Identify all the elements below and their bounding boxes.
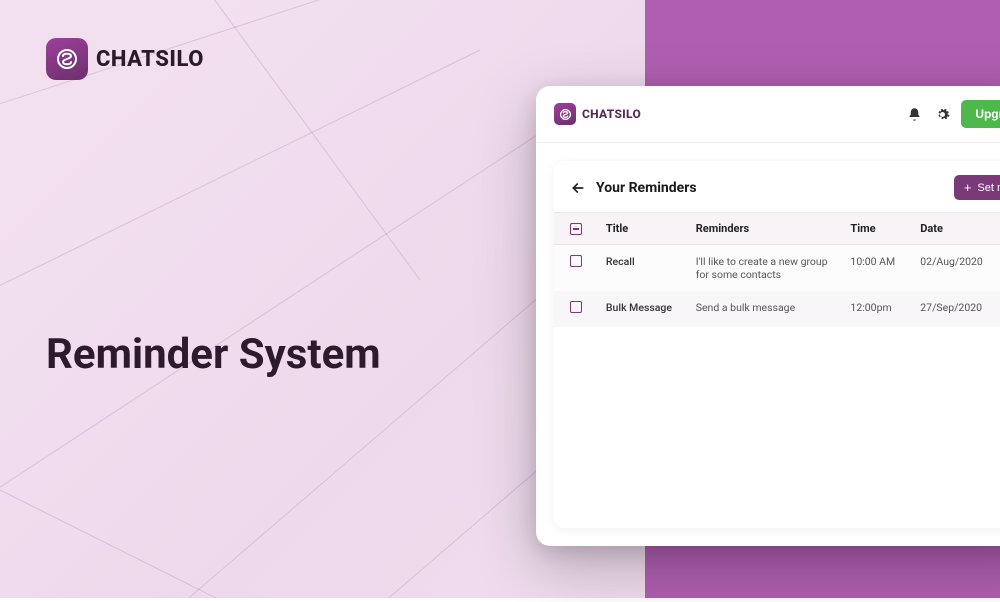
header-date: Date xyxy=(920,222,1000,235)
reminders-panel: Your Reminders + Set new re Title Remind… xyxy=(554,161,1000,528)
header-checkbox-cell xyxy=(570,222,606,235)
row-time: 12:00pm xyxy=(850,301,920,314)
header-title: Title xyxy=(606,222,696,235)
brand-text: CHATSILO xyxy=(96,47,204,72)
set-new-label: Set new re xyxy=(977,182,1000,194)
gear-icon[interactable] xyxy=(933,105,951,123)
table-header-row: Title Reminders Time Date xyxy=(554,212,1000,245)
header-time: Time xyxy=(850,222,920,235)
select-all-checkbox[interactable] xyxy=(570,223,582,235)
brand-icon xyxy=(46,38,88,80)
header-reminders: Reminders xyxy=(696,222,851,235)
bell-icon[interactable] xyxy=(905,105,923,123)
reminders-table: Title Reminders Time Date RecallI'll lik… xyxy=(554,212,1000,327)
app-brand[interactable]: CHATSILO xyxy=(554,103,641,125)
app-window: CHATSILO Upgrade Your Reminders xyxy=(536,86,1000,546)
row-title: Recall xyxy=(606,255,696,268)
upgrade-button[interactable]: Upgrade xyxy=(961,100,1000,128)
row-checkbox[interactable] xyxy=(570,301,582,313)
row-reminder: I'll like to create a new group for some… xyxy=(696,255,851,281)
plus-icon: + xyxy=(964,181,972,194)
table-row: RecallI'll like to create a new group fo… xyxy=(554,245,1000,291)
brand-logo: CHATSILO xyxy=(46,38,204,80)
app-brand-text: CHATSILO xyxy=(582,107,641,121)
app-header: CHATSILO Upgrade xyxy=(536,86,1000,143)
panel-title: Your Reminders xyxy=(596,180,697,196)
row-time: 10:00 AM xyxy=(850,255,920,268)
row-reminder: Send a bulk message xyxy=(696,301,851,314)
app-body: Your Reminders + Set new re Title Remind… xyxy=(536,143,1000,546)
set-new-reminder-button[interactable]: + Set new re xyxy=(954,175,1000,200)
panel-header: Your Reminders + Set new re xyxy=(554,161,1000,212)
hero-title: Reminder System xyxy=(46,330,381,379)
row-date: 02/Aug/2020 xyxy=(920,255,1000,268)
table-row: Bulk MessageSend a bulk message12:00pm27… xyxy=(554,291,1000,327)
back-arrow-icon[interactable] xyxy=(570,180,586,196)
row-checkbox[interactable] xyxy=(570,255,582,267)
app-brand-icon xyxy=(554,103,576,125)
row-title: Bulk Message xyxy=(606,301,696,314)
row-date: 27/Sep/2020 xyxy=(920,301,1000,314)
